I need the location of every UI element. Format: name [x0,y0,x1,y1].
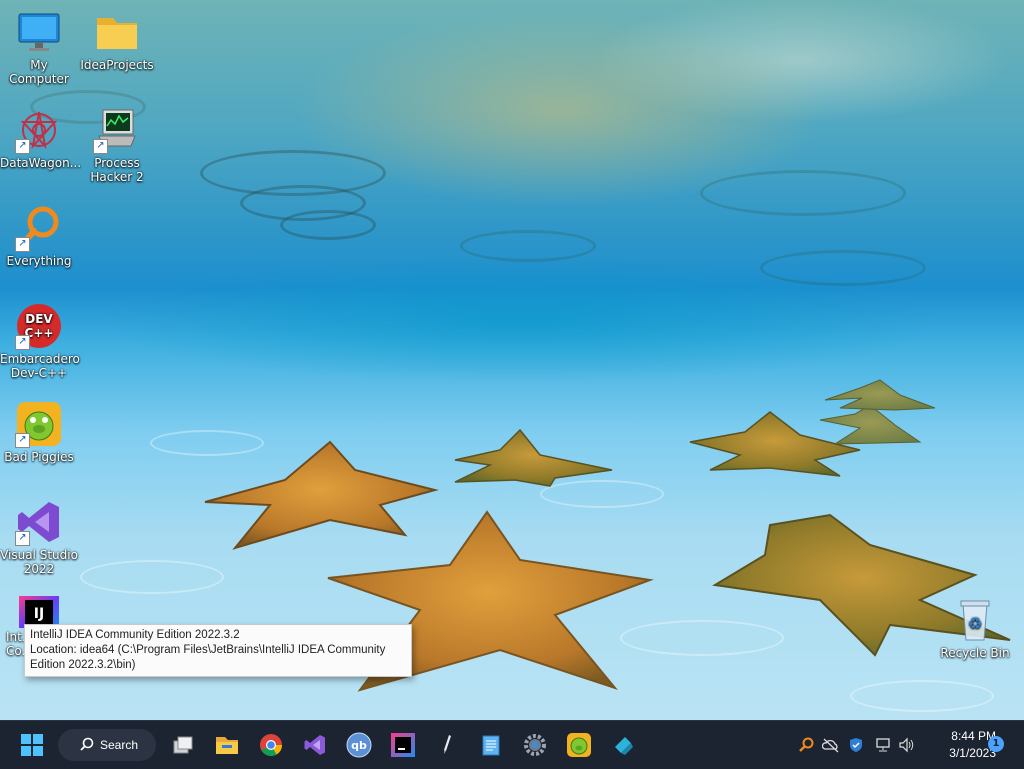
desktop-icon-datawagon[interactable]: ↗ DataWagon... [0,106,82,170]
tray-network[interactable] [872,721,894,769]
shortcut-arrow-icon: ↗ [15,531,30,546]
tray-volume[interactable] [896,721,918,769]
shortcut-arrow-icon: ↗ [15,433,30,448]
bad-piggies-icon [567,733,591,757]
network-icon [876,738,890,752]
everything-search-icon [799,737,814,752]
start-button[interactable] [16,729,48,761]
taskbar-chrome[interactable] [255,729,287,761]
desktop-icon-recycle-bin[interactable]: ♻ Recycle Bin [936,596,1014,660]
folder-icon [93,8,141,56]
desktop-icon-label: My Computer [9,58,69,86]
shortcut-arrow-icon: ↗ [15,139,30,154]
notepad-icon [482,735,500,756]
bad-piggies-icon: ↗ [15,400,63,448]
taskbar-clock[interactable]: 8:44 PM 3/1/2023 [922,728,996,762]
visual-studio-icon [304,735,325,755]
process-hacker-icon: ↗ [93,106,141,154]
desktop-icon-bad-piggies[interactable]: ↗ Bad Piggies [0,400,78,464]
tooltip-title: IntelliJ IDEA Community Edition 2022.3.2 [30,629,240,641]
shortcut-arrow-icon: ↗ [93,139,108,154]
desktop-icon-label: Everything [6,254,72,268]
volume-icon [899,737,914,753]
search-label: Search [100,738,139,752]
clock-date: 3/1/2023 [949,746,996,760]
svg-text:qb: qb [351,739,367,752]
chrome-icon [260,734,282,756]
taskbar-bad-piggies[interactable] [563,729,595,761]
taskbar-app[interactable] [607,729,639,761]
desktop-icon-label: Visual Studio 2022 [0,548,78,576]
taskbar-visual-studio[interactable] [299,729,331,761]
taskbar-notepad[interactable] [475,729,507,761]
clock-time: 8:44 PM [951,729,996,743]
desktop-icon-ideaprojects[interactable]: IdeaProjects [78,8,156,72]
icon-tooltip: IntelliJ IDEA Community Edition 2022.3.2… [24,624,412,677]
desktop-icon-label: Embarcadero Dev-C++ [0,352,80,380]
qbittorrent-icon: qb [346,732,372,758]
desktop-icon-label: DataWagon... [0,156,82,170]
notification-badge[interactable]: 1 [988,736,1004,752]
recycle-bin-icon: ♻ [951,596,999,644]
intellij-badge-text: IJ [34,606,44,622]
tray-everything[interactable] [796,721,816,769]
start-icon [21,734,43,756]
onedrive-icon [822,738,839,753]
security-icon [850,738,862,752]
everything-search-icon: ↗ [15,204,63,252]
taskbar-intellij[interactable] [387,729,419,761]
desktop-icon-visual-studio[interactable]: ↗ Visual Studio 2022 [0,498,78,576]
desktop-icon-devcpp[interactable]: DEV C++ ↗ Embarcadero Dev-C++ [0,302,80,380]
taskbar: Search qb 8:44 PM 3/1/2023 [0,720,1024,769]
search-icon [80,737,94,754]
pen-icon [444,735,451,754]
svg-text:DEV: DEV [25,312,53,326]
settings-icon [524,734,546,756]
desktop-icon-label: Bad Piggies [4,450,74,464]
task-view-icon [173,736,193,754]
svg-text:♻: ♻ [968,614,982,633]
shortcut-arrow-icon: ↗ [15,335,30,350]
tray-security[interactable] [845,721,867,769]
monitor-icon [15,8,63,56]
tooltip-location: Location: idea64 (C:\Program Files\JetBr… [30,644,386,671]
app-icon [615,737,633,755]
file-explorer-icon [216,737,238,754]
desktop-icon-label: Recycle Bin [940,646,1010,660]
datawagon-icon: ↗ [15,106,63,154]
intellij-icon [391,733,415,757]
desktop-icon-everything[interactable]: ↗ Everything [0,204,78,268]
taskbar-qbittorrent[interactable]: qb [343,729,375,761]
taskbar-pen-app[interactable] [431,729,463,761]
desktop-icon-my-computer[interactable]: My Computer [0,8,78,86]
taskbar-settings[interactable] [519,729,551,761]
taskbar-search-button[interactable]: Search [58,729,156,761]
devcpp-icon: DEV C++ ↗ [15,302,63,350]
tray-onedrive[interactable] [820,721,842,769]
task-view-button[interactable] [167,729,199,761]
taskbar-file-explorer[interactable] [211,729,243,761]
desktop-icon-label: IdeaProjects [80,58,154,72]
shortcut-arrow-icon: ↗ [15,237,30,252]
desktop-icon-process-hacker[interactable]: ↗ Process Hacker 2 [78,106,156,184]
visual-studio-icon: ↗ [15,498,63,546]
desktop-icon-label: Process Hacker 2 [90,156,144,184]
